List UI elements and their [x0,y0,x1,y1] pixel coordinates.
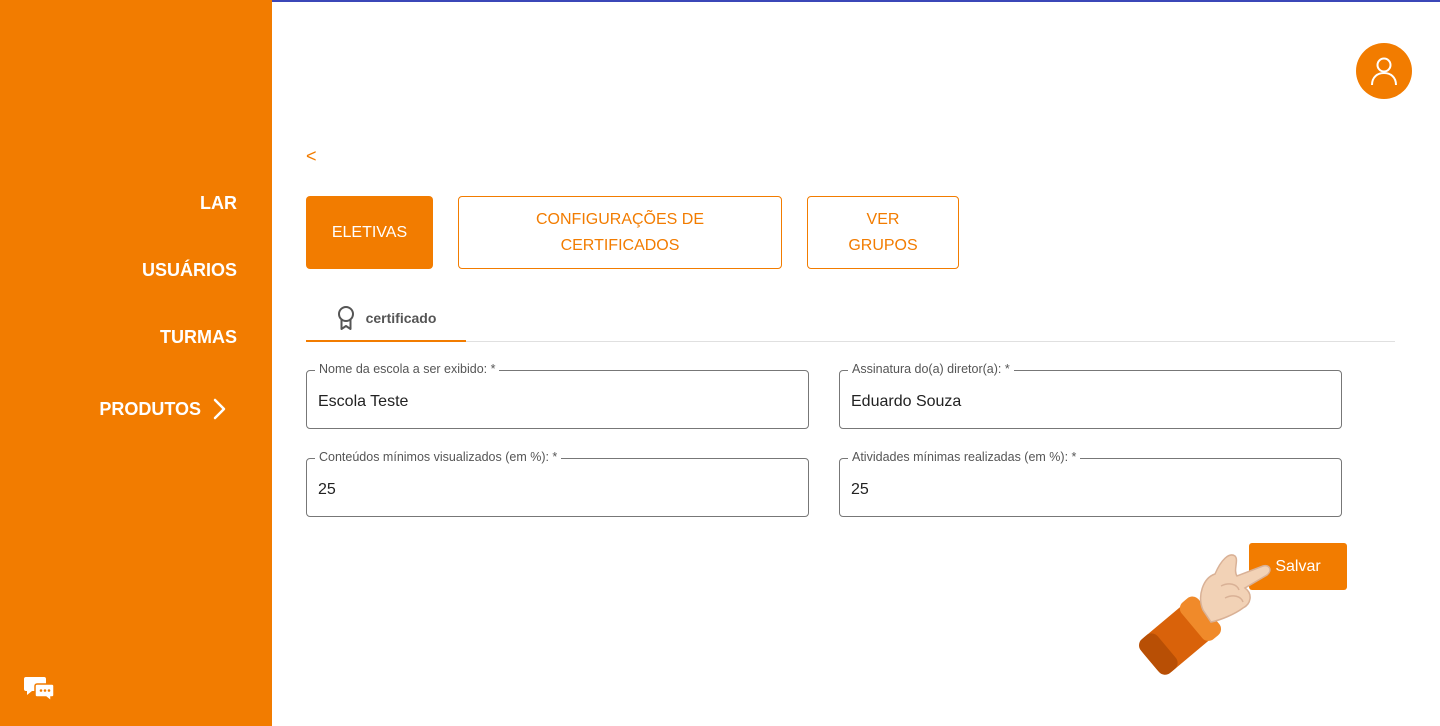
eletivas-button[interactable]: ELETIVAS [306,196,433,269]
back-link[interactable]: < [306,146,317,167]
tab-certificado[interactable]: certificado [306,296,466,342]
tab-label: certificado [365,310,437,326]
award-ribbon-icon [337,306,354,330]
sidebar-item-turmas[interactable]: TURMAS [160,327,237,348]
certificate-settings-label: CONFIGURAÇÕES DE CERTIFICADOS [535,210,704,254]
user-avatar-button[interactable] [1356,43,1412,99]
sidebar-item-lar[interactable]: LAR [200,193,237,214]
director-signature-label: Assinatura do(a) diretor(a): * [848,362,1014,376]
chat-icon [24,677,55,703]
sidebar-item-usuarios[interactable]: USUÁRIOS [142,260,237,281]
certificate-settings-button[interactable]: CONFIGURAÇÕES DE CERTIFICADOS [458,196,782,269]
tabs-divider [306,341,1395,342]
sidebar-item-produtos[interactable]: PRODUTOS [99,398,227,420]
sidebar-item-label: PRODUTOS [99,398,201,419]
view-groups-button[interactable]: VER GRUPOS [807,196,959,269]
sidebar: LAR USUÁRIOS TURMAS PRODUTOS [0,0,272,726]
director-signature-input[interactable] [851,393,1331,411]
min-contents-field: Conteúdos mínimos visualizados (em %): * [306,450,809,517]
school-name-label: Nome da escola a ser exibido: * [315,362,500,376]
min-contents-label: Conteúdos mínimos visualizados (em %): * [315,450,562,464]
pointing-hand-icon [1139,554,1271,675]
min-contents-input[interactable] [318,481,798,499]
chat-button[interactable] [10,658,70,718]
min-activities-label: Atividades mínimas realizadas (em %): * [848,450,1081,464]
user-icon [1371,57,1397,86]
school-name-field: Nome da escola a ser exibido: * [306,362,809,429]
min-activities-input[interactable] [851,481,1331,499]
director-signature-field: Assinatura do(a) diretor(a): * [839,362,1342,429]
min-activities-field: Atividades mínimas realizadas (em %): * [839,450,1342,517]
school-name-input[interactable] [318,393,798,411]
chevron-right-icon [213,398,226,420]
view-groups-label: VER GRUPOS [848,210,918,254]
